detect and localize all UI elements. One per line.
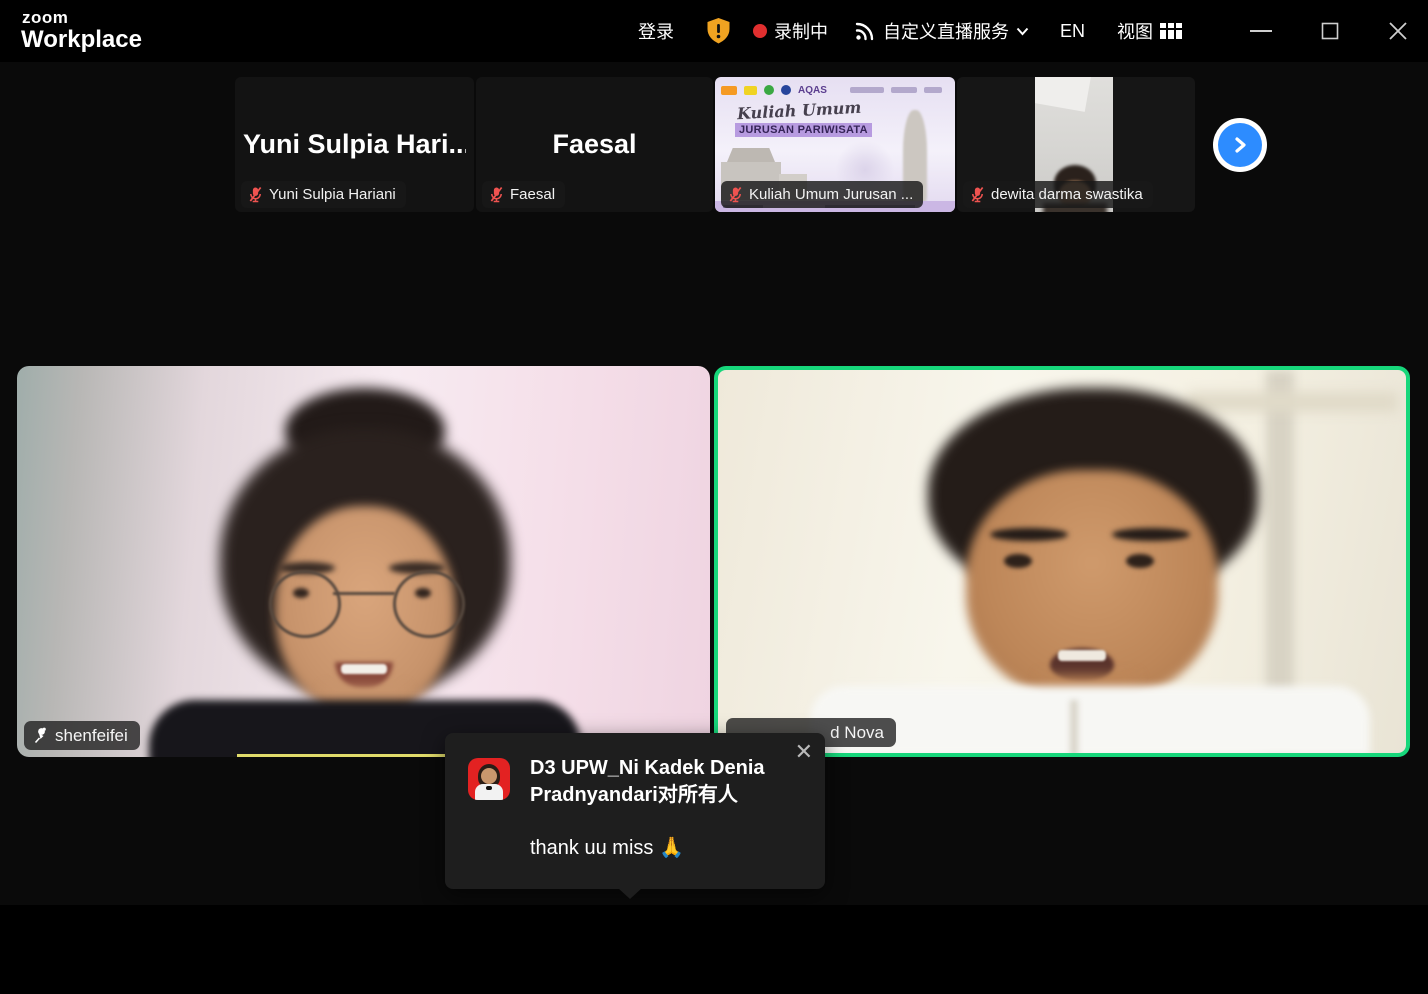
login-label: 登录	[638, 18, 674, 44]
muted-mic-icon	[728, 186, 743, 203]
thumbnail-kuliah-umum-share[interactable]: AQAS Kuliah Umum JURUSAN PARIWISATA Kuli…	[715, 77, 955, 212]
banner-subtitle: JURUSAN PARIWISATA	[735, 123, 872, 137]
popup-close-button[interactable]: ✕	[795, 739, 813, 765]
login-button[interactable]: 登录	[638, 0, 674, 62]
muted-mic-icon	[970, 186, 985, 203]
participant-name-label: Faesal	[510, 186, 555, 203]
chevron-down-icon	[1016, 27, 1029, 36]
thumbnail-yuni[interactable]: Yuni Sulpia Hari... Yuni Sulpia Hariani	[235, 77, 474, 212]
thumbnail-dewita[interactable]: dewita darma swastika	[957, 77, 1195, 212]
minimize-icon	[1250, 29, 1272, 33]
next-page-button[interactable]	[1213, 118, 1267, 172]
rss-broadcast-icon	[854, 20, 876, 42]
participant-name-large: Faesal	[484, 129, 705, 160]
workplace-logo: Workplace	[21, 26, 142, 54]
participant-name-pill: Yuni Sulpia Hariani	[241, 181, 406, 208]
participant-name-label: d Nova	[830, 723, 884, 743]
close-button[interactable]	[1375, 0, 1421, 62]
view-label: 视图	[1117, 18, 1153, 44]
participant-name-label: Yuni Sulpia Hariani	[269, 186, 396, 203]
banner-logo-text: AQAS	[798, 85, 827, 96]
participant-name-pill: dewita darma swastika	[963, 181, 1153, 208]
security-warning-button[interactable]	[704, 0, 733, 62]
minimize-button[interactable]	[1238, 0, 1284, 62]
shield-warning-icon	[704, 16, 733, 46]
recording-dot	[753, 24, 767, 38]
muted-mic-icon	[248, 186, 263, 203]
zoom-meeting-window: zoom Workplace 登录 录制中 自定义直播服务	[0, 0, 1428, 994]
chat-sender-title: D3 UPW_Ni Kadek Denia Pradnyandari对所有人	[530, 755, 812, 809]
chevron-right-icon	[1230, 135, 1250, 155]
chat-message-text: thank uu miss 🙏	[530, 835, 684, 860]
chat-notification-popup[interactable]: D3 UPW_Ni Kadek Denia Pradnyandari对所有人 t…	[445, 733, 825, 889]
video-tile-active-speaker[interactable]: d Nova	[714, 366, 1410, 757]
thumbnail-faesal[interactable]: Faesal Faesal	[476, 77, 713, 212]
participant-name-large: Yuni Sulpia Hari...	[243, 129, 466, 160]
grid-view-icon	[1160, 23, 1182, 39]
language-button[interactable]: EN	[1060, 0, 1085, 62]
participant-name-label: shenfeifei	[55, 726, 128, 746]
pin-icon	[32, 727, 48, 744]
live-stream-menu[interactable]: 自定义直播服务	[854, 0, 1029, 62]
zoom-logo: zoom	[22, 8, 68, 28]
muted-mic-icon	[489, 186, 504, 203]
maximize-icon	[1321, 22, 1339, 40]
title-bar: zoom Workplace 登录 录制中 自定义直播服务	[0, 0, 1428, 62]
video-tile-shenfeifei[interactable]: shenfeifei	[17, 366, 710, 757]
participant-name-label: dewita darma swastika	[991, 186, 1143, 203]
participant-name-pill: Kuliah Umum Jurusan ...	[721, 181, 923, 208]
popup-pointer	[618, 888, 642, 899]
live-stream-label: 自定义直播服务	[883, 18, 1009, 44]
avatar	[468, 758, 510, 800]
participant-name-pill: Faesal	[482, 181, 565, 208]
maximize-button[interactable]	[1307, 0, 1353, 62]
meeting-toolbar: 音频 视频 594 参会者	[0, 905, 1428, 994]
banner-logo-row: AQAS	[721, 81, 949, 99]
banner-script-title: Kuliah Umum	[737, 98, 862, 123]
language-label: EN	[1060, 21, 1085, 42]
close-icon	[1388, 21, 1408, 41]
recording-label: 录制中	[774, 18, 828, 44]
recording-indicator[interactable]: 录制中	[753, 0, 828, 62]
view-button[interactable]: 视图	[1117, 0, 1182, 62]
participant-name-label: Kuliah Umum Jurusan ...	[749, 186, 913, 203]
pinned-name-pill: shenfeifei	[24, 721, 140, 750]
